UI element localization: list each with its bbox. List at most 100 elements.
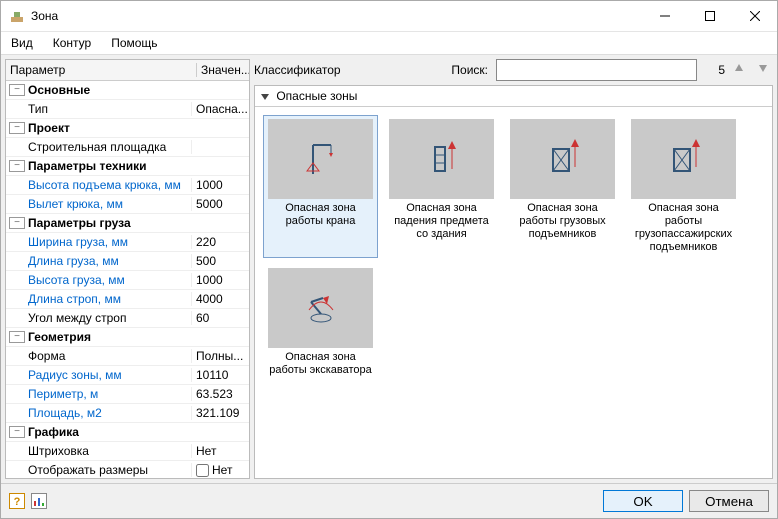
search-label: Поиск: <box>451 63 488 77</box>
property-name: Штриховка <box>6 444 192 458</box>
window-title: Зона <box>31 9 642 23</box>
classifier-caption: Опасная зона работы крана <box>267 202 374 241</box>
classifier-item[interactable]: Опасная зона работы крана <box>263 115 378 258</box>
property-group-label: Основные <box>28 83 90 97</box>
menu-help[interactable]: Помощь <box>107 34 161 52</box>
classifier-thumbnail <box>268 119 373 199</box>
chart-icon[interactable] <box>31 493 47 509</box>
property-group-label: Графика <box>28 425 79 439</box>
col-param[interactable]: Параметр <box>6 63 197 77</box>
footer: ? OK Отмена <box>1 483 777 518</box>
collapse-icon[interactable]: − <box>9 217 25 229</box>
property-name: Ширина груза, мм <box>6 235 192 249</box>
classifier-item[interactable]: Опасная зона работы грузопассажирских по… <box>626 115 741 258</box>
classifier-tree: Опасные зоны Опасная зона работы кранаОп… <box>254 85 773 479</box>
property-name: Площадь, м2 <box>6 406 192 420</box>
property-value[interactable]: Полны... <box>192 349 249 363</box>
col-value[interactable]: Значен... <box>197 63 249 77</box>
collapse-icon[interactable]: − <box>9 426 25 438</box>
property-name: Отображать размеры <box>6 463 192 477</box>
classifier-items: Опасная зона работы крана Опасная зона па… <box>255 107 772 478</box>
property-checkbox[interactable] <box>196 464 209 477</box>
property-group-label: Геометрия <box>28 330 91 344</box>
app-icon <box>9 8 25 24</box>
property-row[interactable]: Площадь, м2321.109 <box>6 404 249 423</box>
property-row[interactable]: Длина груза, мм500 <box>6 252 249 271</box>
classifier-item[interactable]: Опасная зона работы грузовых подъемников <box>505 115 620 258</box>
property-row[interactable]: ТипОпасна... <box>6 100 249 119</box>
property-value[interactable]: 220 <box>192 235 249 249</box>
property-value[interactable]: 60 <box>192 311 249 325</box>
property-name: Тип <box>6 102 192 116</box>
property-row[interactable]: Высота груза, мм1000 <box>6 271 249 290</box>
classifier-item[interactable]: Опасная зона работы экскаватора <box>263 264 378 394</box>
arrow-down-icon[interactable] <box>757 62 773 78</box>
property-name: Длина груза, мм <box>6 254 192 268</box>
property-group[interactable]: −Проект <box>6 119 249 138</box>
property-value[interactable]: 321.109 <box>192 406 249 420</box>
property-value[interactable]: 1000 <box>192 178 249 192</box>
property-group[interactable]: −Графика <box>6 423 249 442</box>
collapse-icon[interactable]: − <box>9 160 25 172</box>
result-count: 5 <box>705 63 725 77</box>
classifier-thumbnail <box>268 268 373 348</box>
property-value[interactable]: 10110 <box>192 368 249 382</box>
collapse-icon[interactable]: − <box>9 331 25 343</box>
property-value[interactable]: 500 <box>192 254 249 268</box>
property-grid-header: Параметр Значен... <box>6 60 249 81</box>
classifier-group-label: Опасные зоны <box>276 89 357 103</box>
property-value[interactable]: 4000 <box>192 292 249 306</box>
property-row[interactable]: Отображать размерыНет <box>6 461 249 478</box>
classifier-caption: Опасная зона работы грузовых подъемников <box>509 202 616 241</box>
property-row[interactable]: Угол между строп60 <box>6 309 249 328</box>
search-input[interactable] <box>496 59 697 81</box>
property-row[interactable]: ФормаПолны... <box>6 347 249 366</box>
menu-view[interactable]: Вид <box>7 34 37 52</box>
property-name: Периметр, м <box>6 387 192 401</box>
ok-button[interactable]: OK <box>603 490 683 512</box>
close-button[interactable] <box>732 1 777 31</box>
classifier-item[interactable]: Опасная зона падения предмета со здания <box>384 115 499 258</box>
menu-contour[interactable]: Контур <box>49 34 95 52</box>
property-group[interactable]: −Параметры техники <box>6 157 249 176</box>
property-value[interactable]: 63.523 <box>192 387 249 401</box>
property-row[interactable]: Высота подъема крюка, мм1000 <box>6 176 249 195</box>
help-icon[interactable]: ? <box>9 493 25 509</box>
property-row[interactable]: ШтриховкаНет <box>6 442 249 461</box>
menubar: Вид Контур Помощь <box>1 32 777 55</box>
property-row[interactable]: Ширина груза, мм220 <box>6 233 249 252</box>
property-row[interactable]: Периметр, м63.523 <box>6 385 249 404</box>
property-value[interactable]: 5000 <box>192 197 249 211</box>
collapse-icon[interactable]: − <box>9 84 25 96</box>
property-name: Угол между строп <box>6 311 192 325</box>
property-row[interactable]: Длина строп, мм4000 <box>6 290 249 309</box>
property-name: Высота груза, мм <box>6 273 192 287</box>
footer-icons: ? <box>9 493 47 509</box>
classifier-group[interactable]: Опасные зоны <box>255 86 772 107</box>
property-group[interactable]: −Параметры груза <box>6 214 249 233</box>
property-group[interactable]: −Основные <box>6 81 249 100</box>
property-row[interactable]: Радиус зоны, мм10110 <box>6 366 249 385</box>
property-value[interactable]: Нет <box>192 463 249 477</box>
caret-down-icon <box>261 94 269 100</box>
property-value[interactable]: 1000 <box>192 273 249 287</box>
classifier-toolbar: Классификатор Поиск: 5 <box>254 59 773 81</box>
collapse-icon[interactable]: − <box>9 122 25 134</box>
property-value[interactable]: Опасна... <box>192 102 249 116</box>
arrow-up-icon[interactable] <box>733 62 749 78</box>
property-name: Вылет крюка, мм <box>6 197 192 211</box>
property-row[interactable]: Строительная площадка <box>6 138 249 157</box>
property-grid: Параметр Значен... −ОсновныеТипОпасна...… <box>5 59 250 479</box>
property-name: Высота подъема крюка, мм <box>6 178 192 192</box>
property-grid-body: −ОсновныеТипОпасна...−ПроектСтроительная… <box>6 81 249 478</box>
titlebar: Зона <box>1 1 777 32</box>
property-name: Строительная площадка <box>6 140 192 154</box>
maximize-button[interactable] <box>687 1 732 31</box>
property-group[interactable]: −Геометрия <box>6 328 249 347</box>
minimize-button[interactable] <box>642 1 687 31</box>
property-value[interactable]: Нет <box>192 444 249 458</box>
classifier-panel: Классификатор Поиск: 5 Опасные зоны Опас… <box>254 59 773 479</box>
property-name: Длина строп, мм <box>6 292 192 306</box>
cancel-button[interactable]: Отмена <box>689 490 769 512</box>
property-row[interactable]: Вылет крюка, мм5000 <box>6 195 249 214</box>
